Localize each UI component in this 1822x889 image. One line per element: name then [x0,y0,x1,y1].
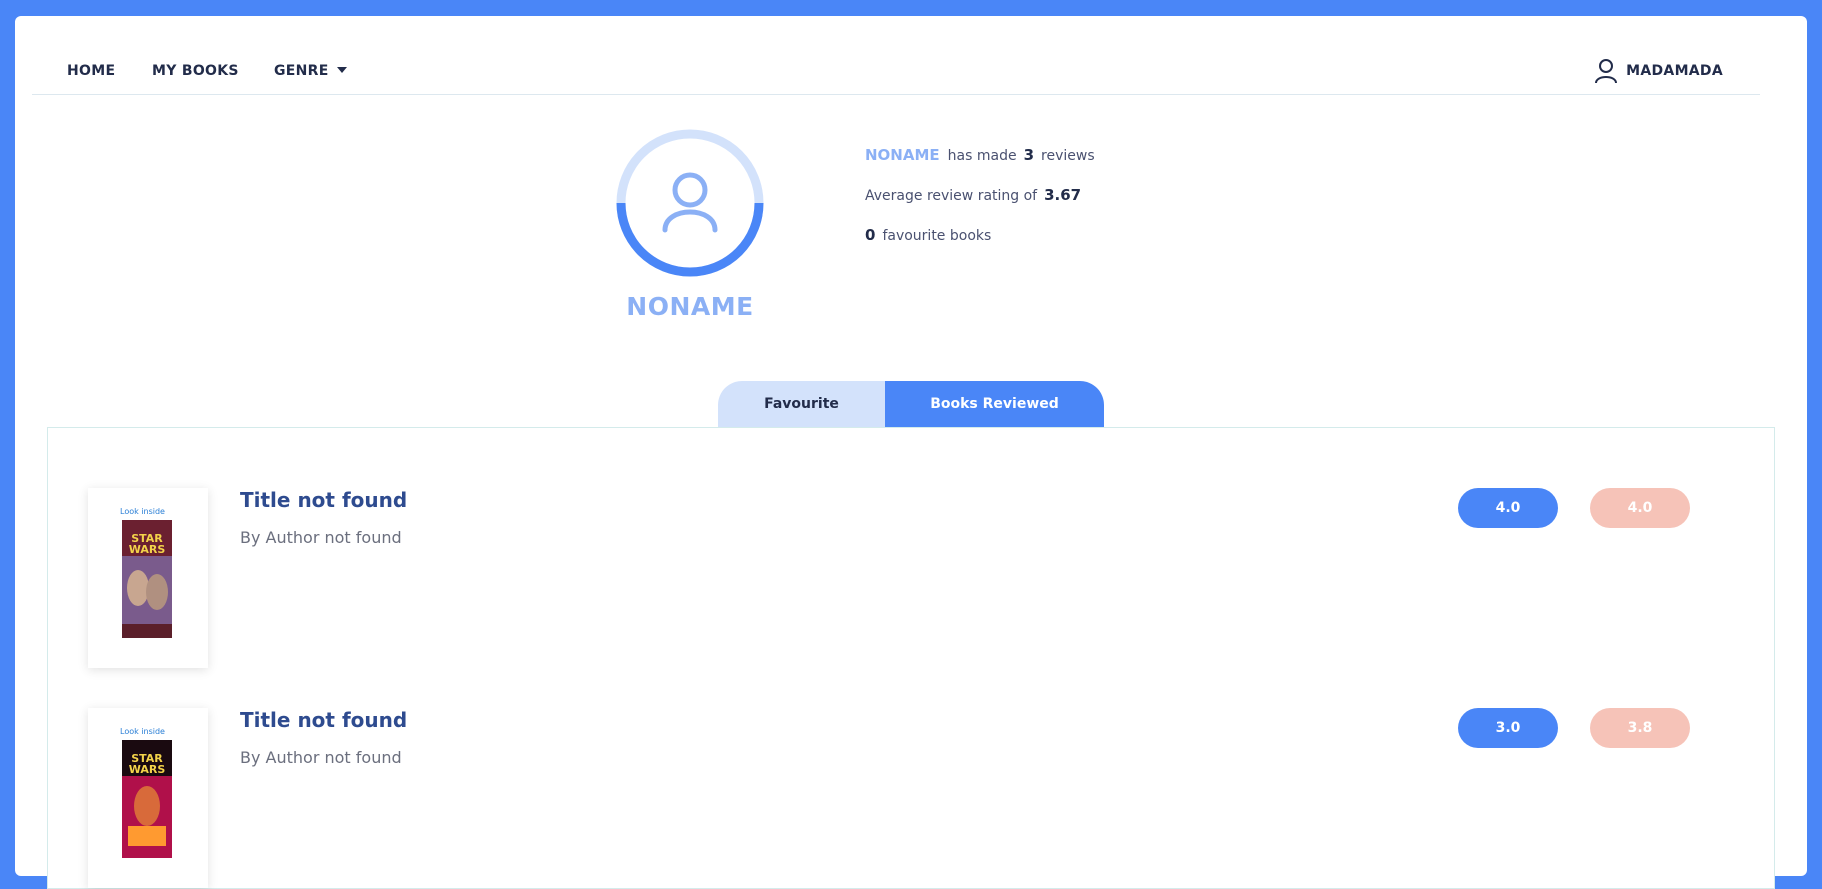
avg-rating-label: Average review rating of [865,188,1038,204]
tab-favourite[interactable]: Favourite [718,381,885,427]
has-made-text: has made [947,148,1017,164]
user-rating-badge: 4.0 [1458,488,1558,528]
book-cover[interactable]: Look inside STAR WARS [88,488,208,668]
average-rating-badge: 4.0 [1590,488,1690,528]
book-cover-image: Look inside STAR WARS [120,727,172,858]
average-rating-badge: 3.8 [1590,708,1690,748]
book-title[interactable]: Title not found [240,488,407,512]
review-count-row: NONAME has made 3 reviews [865,146,1095,186]
user-icon [662,172,718,233]
nav-home-link[interactable]: HOME [67,63,115,79]
user-menu[interactable]: MADAMADA [1594,58,1723,84]
genre-label: GENRE [274,63,329,79]
caret-down-icon [336,67,347,73]
book-author: By Author not found [240,528,402,547]
favourite-count: 0 [865,226,876,244]
user-icon [1595,59,1618,84]
book-cover[interactable]: Look inside STAR WARS [88,708,208,888]
tab-books-reviewed[interactable]: Books Reviewed [885,381,1104,427]
book-cover-image: Look inside STAR WARS [120,507,172,638]
username-label: MADAMADA [1626,63,1723,79]
list-item: Look inside STAR WARS Title not found By… [88,488,1768,668]
book-title[interactable]: Title not found [240,708,407,732]
book-author: By Author not found [240,748,402,767]
look-inside-text: Look inside [120,507,165,516]
profile-name: NONAME [626,292,754,321]
list-item: Look inside STAR WARS Title not found By… [88,708,1768,888]
reviewed-books-panel: Look inside STAR WARS Title not found By… [47,427,1775,889]
favourite-count-row: 0 favourite books [865,226,1095,266]
stats-username: NONAME [865,146,940,164]
top-nav: HOME MY BOOKS GENRE MADAMADA [32,46,1760,95]
avg-rating-value: 3.67 [1044,186,1082,204]
nav-my-books-link[interactable]: MY BOOKS [152,63,239,79]
profile-stats: NONAME has made 3 reviews Average review… [865,146,1095,266]
profile-tabs: Favourite Books Reviewed [718,381,1104,427]
nav-genre-dropdown[interactable]: GENRE [274,63,347,79]
svg-text:WARS: WARS [129,543,166,556]
review-count: 3 [1023,146,1035,164]
svg-text:WARS: WARS [129,763,166,776]
favourite-books-label: favourite books [882,228,992,244]
profile-avatar [615,128,765,278]
look-inside-text: Look inside [120,727,165,736]
user-rating-badge: 3.0 [1458,708,1558,748]
reviews-word: reviews [1041,148,1095,164]
average-rating-row: Average review rating of 3.67 [865,186,1095,226]
